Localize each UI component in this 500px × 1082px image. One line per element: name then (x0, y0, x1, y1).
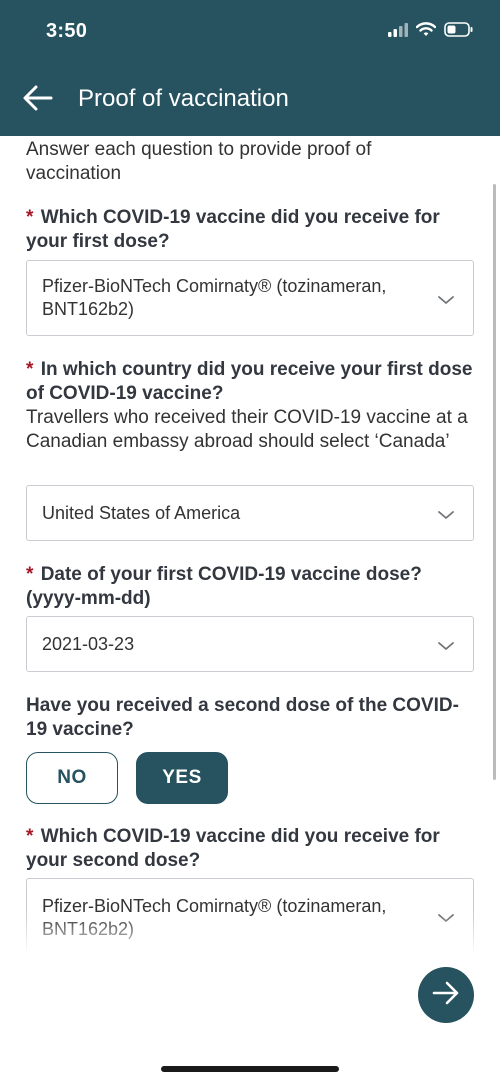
app-bar: Proof of vaccination (0, 64, 500, 136)
required-marker: * (26, 826, 34, 847)
question-label: Date of your first COVID-19 vaccine dose… (26, 564, 422, 609)
select-value: Pfizer-BioNTech Comirnaty® (tozinameran,… (42, 276, 387, 319)
scrollbar[interactable] (493, 184, 496, 780)
select-value: Pfizer-BioNTech Comirnaty® (tozinameran,… (42, 896, 387, 939)
status-bar: 3:50 (0, 0, 500, 64)
question-first-date: * Date of your first COVID-19 vaccine do… (26, 563, 476, 611)
question-label: Which COVID-19 vaccine did you receive f… (26, 207, 440, 252)
first-date-select[interactable]: 2021-03-23 (26, 616, 474, 672)
back-button[interactable] (18, 82, 58, 118)
home-indicator (161, 1066, 339, 1072)
required-marker: * (26, 564, 34, 585)
question-label: Which COVID-19 vaccine did you receive f… (26, 826, 440, 871)
page-title: Proof of vaccination (78, 85, 289, 112)
required-marker: * (26, 359, 34, 380)
chevron-down-icon (437, 293, 455, 305)
cellular-signal-icon (388, 22, 408, 42)
question-second-vaccine: * Which COVID-19 vaccine did you receive… (26, 825, 476, 873)
battery-icon (444, 22, 474, 42)
intro-text: Answer each question to provide proof of… (26, 139, 372, 184)
question-label: Have you received a second dose of the C… (26, 695, 459, 740)
question-label: In which country did you receive your fi… (26, 359, 473, 404)
question-second-dose: Have you received a second dose of the C… (26, 694, 476, 742)
question-first-country: * In which country did you receive your … (26, 358, 476, 454)
chevron-down-icon (437, 911, 455, 923)
required-marker: * (26, 207, 34, 228)
chevron-down-icon (437, 508, 455, 520)
status-time: 3:50 (46, 20, 88, 42)
first-vaccine-select[interactable]: Pfizer-BioNTech Comirnaty® (tozinameran,… (26, 260, 474, 336)
first-country-select[interactable]: United States of America (26, 485, 474, 541)
question-hint: Travellers who received their COVID-19 v… (26, 407, 468, 452)
form-content: Answer each question to provide proof of… (0, 136, 500, 954)
second-vaccine-select[interactable]: Pfizer-BioNTech Comirnaty® (tozinameran,… (26, 878, 474, 954)
question-first-vaccine: * Which COVID-19 vaccine did you receive… (26, 206, 476, 254)
no-button[interactable]: NO (26, 752, 118, 804)
next-button[interactable] (418, 967, 474, 1023)
chevron-down-icon (437, 639, 455, 651)
arrow-right-icon (432, 981, 460, 1010)
arrow-left-icon (23, 85, 53, 116)
wifi-icon (415, 22, 437, 42)
select-value: United States of America (42, 503, 241, 523)
select-value: 2021-03-23 (42, 634, 135, 654)
yes-button[interactable]: YES (136, 752, 228, 804)
status-icons (388, 22, 474, 42)
